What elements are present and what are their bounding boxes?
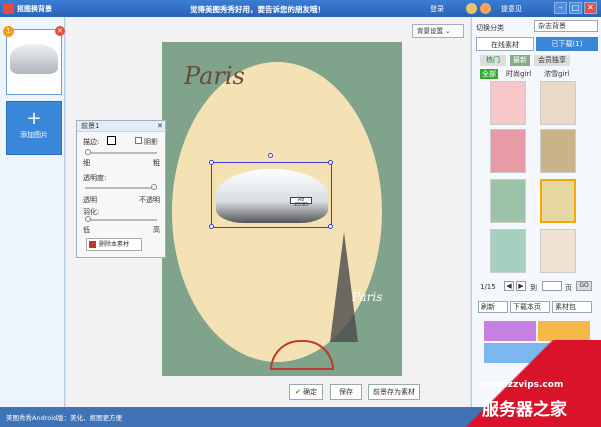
panel-close-icon[interactable]: ✕ bbox=[157, 122, 163, 130]
subtab-hot[interactable]: 热门 bbox=[480, 55, 506, 66]
page-indicator: 1/15 bbox=[480, 283, 496, 291]
save-as-material-button[interactable]: 前景存为素材 bbox=[368, 384, 420, 400]
slogan-text: 觉得美图秀秀好用，要告诉您的朋友哦！ bbox=[190, 5, 325, 14]
subtab-vip[interactable]: 会员独享 bbox=[534, 55, 570, 66]
transparency-label: 透明度: bbox=[83, 174, 107, 182]
feather-slider[interactable] bbox=[85, 219, 157, 221]
subtab-newest[interactable]: 最新 bbox=[510, 55, 530, 66]
page-unit-label: 页 bbox=[565, 284, 572, 292]
page-to-label: 到 bbox=[530, 284, 537, 292]
high-label: 高 bbox=[153, 226, 160, 234]
eiffel-tower-graphic bbox=[330, 232, 358, 342]
resize-handle[interactable] bbox=[209, 224, 214, 229]
confirm-button[interactable]: ✔ 确定 bbox=[289, 384, 323, 400]
resize-handle[interactable] bbox=[209, 160, 214, 165]
watermark-brand: 服务器之家 bbox=[482, 400, 567, 420]
border-slider[interactable] bbox=[85, 152, 157, 154]
foreground-selection[interactable]: A8 2D3D bbox=[209, 153, 333, 229]
app-title: 抠图换背景 bbox=[17, 5, 52, 13]
shadow-label: 阴影 bbox=[144, 138, 158, 146]
filter-all[interactable]: 全部 bbox=[480, 69, 498, 79]
maximize-button[interactable]: □ bbox=[569, 2, 582, 14]
car-foreground-image bbox=[216, 169, 328, 223]
border-slider-knob[interactable] bbox=[85, 149, 91, 155]
delete-material-button[interactable]: 删除本素材 bbox=[86, 238, 142, 251]
feedback-link[interactable]: 提意见 bbox=[501, 4, 522, 14]
title-bar: 抠图换背景 觉得美图秀秀好用，要告诉您的朋友哦！ 登录 提意见 – □ ✕ bbox=[0, 0, 601, 17]
thin-label: 细 bbox=[83, 159, 90, 167]
border-color-swatch[interactable] bbox=[107, 136, 116, 145]
background-settings-button[interactable]: 背景设置 ⌄ bbox=[412, 24, 464, 38]
prev-page-icon[interactable]: ◀ bbox=[504, 281, 514, 291]
user-icon[interactable] bbox=[466, 3, 477, 14]
paris-title-bottom: Paris bbox=[352, 290, 383, 304]
rotate-handle[interactable] bbox=[268, 153, 273, 158]
license-plate: A8 2D3D bbox=[290, 197, 312, 208]
panel-title: 前景1 bbox=[77, 121, 165, 132]
app-icon bbox=[3, 3, 14, 14]
car-thumbnail-image bbox=[10, 44, 58, 74]
material-thumbnail[interactable] bbox=[490, 179, 526, 223]
material-thumbnail[interactable] bbox=[540, 229, 576, 273]
trash-icon bbox=[89, 241, 96, 248]
minimize-button[interactable]: – bbox=[554, 2, 567, 14]
delete-material-label: 删除本素材 bbox=[99, 241, 130, 248]
watermark: www.zzvips.com 服务器之家 bbox=[440, 340, 601, 427]
transparency-slider-knob[interactable] bbox=[151, 184, 157, 190]
feather-slider-knob[interactable] bbox=[85, 216, 91, 222]
thumbnail-delete-icon[interactable]: ✕ bbox=[55, 26, 65, 36]
filter-fashion[interactable]: 时尚girl bbox=[506, 69, 531, 79]
opaque-label: 不透明 bbox=[139, 196, 160, 204]
save-button[interactable]: 保存 bbox=[330, 384, 362, 400]
check-icon: ✔ bbox=[294, 388, 301, 396]
thumbnail-badge: 1 bbox=[3, 26, 14, 37]
promo-tile[interactable] bbox=[538, 321, 590, 341]
plus-icon: + bbox=[26, 108, 42, 129]
go-button[interactable]: GO bbox=[576, 281, 592, 291]
category-value: 杂志背景 bbox=[538, 22, 566, 30]
low-label: 低 bbox=[83, 226, 90, 234]
material-thumbnail[interactable] bbox=[540, 81, 576, 125]
category-select[interactable]: 杂志背景 bbox=[534, 20, 598, 32]
thumbnail-panel: 1 ✕ + 添加图片 bbox=[0, 17, 65, 407]
foreground-thumbnail[interactable]: 1 ✕ bbox=[3, 26, 65, 95]
border-label: 描边: bbox=[83, 138, 100, 146]
add-image-button[interactable]: + 添加图片 bbox=[6, 101, 62, 155]
watermark-url: www.zzvips.com bbox=[480, 380, 564, 390]
shadow-checkbox[interactable] bbox=[135, 137, 142, 144]
weibo-icon[interactable] bbox=[480, 3, 491, 14]
material-thumbnail[interactable] bbox=[540, 129, 576, 173]
refresh-button[interactable]: 刷新 bbox=[478, 301, 508, 313]
status-text[interactable]: 美图秀秀Android版：美化、抠图更方便 bbox=[6, 412, 122, 422]
close-button[interactable]: ✕ bbox=[584, 2, 597, 14]
add-image-label: 添加图片 bbox=[20, 131, 48, 139]
material-thumbnail-selected[interactable] bbox=[540, 179, 576, 223]
tab-downloaded[interactable]: 已下载(1) bbox=[536, 37, 598, 51]
material-thumbnail[interactable] bbox=[490, 129, 526, 173]
material-pack-button[interactable]: 素材包 bbox=[552, 301, 592, 313]
material-thumbnail[interactable] bbox=[490, 229, 526, 273]
tab-online-materials[interactable]: 在线素材 bbox=[476, 37, 534, 51]
confirm-label: 确定 bbox=[303, 388, 318, 396]
promo-tile[interactable] bbox=[484, 321, 536, 341]
material-thumbnail[interactable] bbox=[490, 81, 526, 125]
resize-handle[interactable] bbox=[328, 160, 333, 165]
login-link[interactable]: 登录 bbox=[430, 4, 444, 14]
foreground-control-panel: 前景1 ✕ 描边: 阴影 细 粗 透明度: 透明 不透明 羽化: 低 高 删除本… bbox=[76, 120, 166, 258]
page-input[interactable] bbox=[542, 281, 562, 291]
filter-snow[interactable]: 浓雪girl bbox=[544, 69, 569, 79]
download-page-button[interactable]: 下载本页 bbox=[510, 301, 550, 313]
next-page-icon[interactable]: ▶ bbox=[516, 281, 526, 291]
category-label: 切换分类 bbox=[476, 24, 504, 32]
resize-handle[interactable] bbox=[328, 224, 333, 229]
transparent-label: 透明 bbox=[83, 196, 97, 204]
thick-label: 粗 bbox=[153, 159, 160, 167]
transparency-slider[interactable] bbox=[85, 187, 157, 189]
paris-title-top: Paris bbox=[184, 62, 245, 90]
